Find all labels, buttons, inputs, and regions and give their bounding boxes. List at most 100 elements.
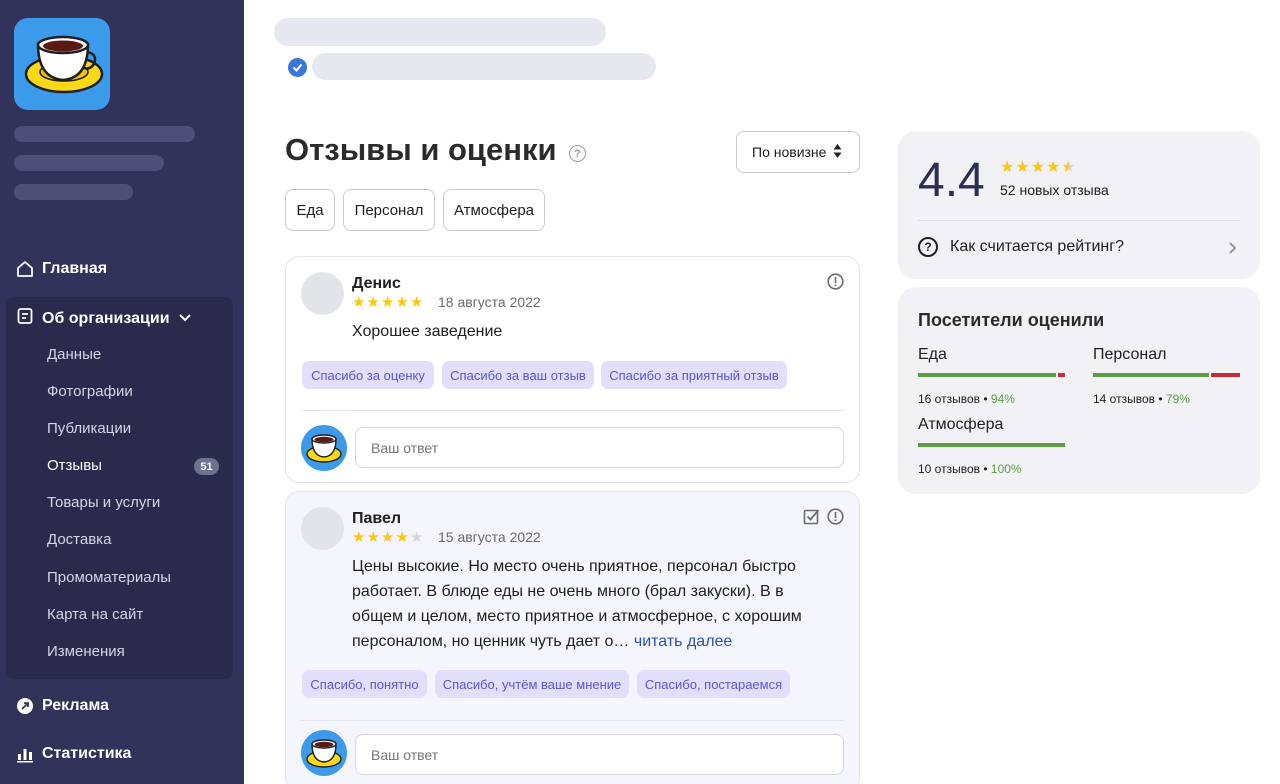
nav-stats-label: Статистика — [42, 745, 132, 762]
reviews-count-badge: 51 — [194, 458, 219, 475]
ads-icon — [16, 697, 34, 715]
sidebar-item-data[interactable]: Данные — [47, 346, 101, 363]
reply-input[interactable] — [355, 734, 844, 775]
quick-reply-chip[interactable]: Спасибо, понятно — [302, 670, 427, 698]
avatar — [301, 272, 344, 315]
category-bar — [1093, 373, 1240, 377]
visitors-title: Посетители оценили — [918, 310, 1105, 330]
sidebar-item-delivery[interactable]: Доставка — [47, 531, 111, 548]
category-percent: 100% — [990, 462, 1022, 476]
org-name-placeholder — [14, 126, 195, 142]
category-staff: Персонал 14 отзывов • 79% — [1093, 346, 1240, 406]
bar-negative — [1058, 373, 1065, 377]
review-stars: ★ ★ ★ ★ ★ — [352, 295, 423, 310]
quick-reply-chip[interactable]: Спасибо, постараемся — [637, 670, 790, 698]
sidebar-item-changes[interactable]: Изменения — [47, 643, 125, 660]
header-subtitle-placeholder — [312, 53, 656, 80]
category-meta: 10 отзывов • 100% — [918, 462, 1022, 476]
category-percent: 79% — [1165, 392, 1190, 406]
quick-reply-chip[interactable]: Спасибо за приятный отзыв — [601, 361, 787, 389]
sort-select[interactable]: По новизне — [736, 131, 860, 173]
category-bar — [918, 373, 1065, 377]
chevron-right-icon — [1228, 241, 1237, 260]
category-meta: 16 отзывов • 94% — [918, 392, 1015, 406]
how-rating-label: Как считается рейтинг? — [950, 238, 1124, 255]
mark-read-icon[interactable] — [803, 508, 820, 525]
category-name: Атмосфера — [918, 416, 1004, 433]
home-icon — [16, 260, 34, 278]
nav-org-toggle[interactable]: Об организации — [16, 307, 192, 330]
verified-icon — [288, 58, 307, 77]
category-food: Еда 16 отзывов • 94% — [918, 346, 1065, 406]
question-icon: ? — [918, 237, 938, 257]
star-icon: ★ — [366, 294, 380, 311]
star-icon: ★ — [1000, 159, 1015, 176]
category-percent: 94% — [990, 392, 1015, 406]
star-half-icon: ★ — [1061, 159, 1076, 176]
org-section: Об организации Данные Фотографии Публика… — [6, 297, 233, 679]
filter-chip-food[interactable]: Еда — [285, 189, 335, 231]
quick-reply-chip[interactable]: Спасибо за оценку — [302, 361, 434, 389]
new-reviews-count: 52 новых отзыва — [1000, 182, 1109, 198]
nav-org-label: Об организации — [42, 309, 170, 327]
review-date: 18 августа 2022 — [438, 294, 541, 310]
header-title-placeholder — [274, 18, 606, 46]
how-rating-link[interactable]: ? Как считается рейтинг? — [918, 237, 1124, 257]
org-meta-placeholder — [14, 184, 133, 200]
page-title: Отзывы и оценки — [285, 132, 557, 167]
category-name: Персонал — [1093, 346, 1167, 363]
category-reviews: 10 отзывов — [918, 462, 981, 476]
avatar — [301, 507, 344, 550]
review-author: Павел — [352, 510, 402, 527]
review-text: Цены высокие. Но место очень приятное, п… — [352, 558, 802, 650]
review-card: Денис ★ ★ ★ ★ ★ 18 августа 2022 Хорошее заве… — [285, 256, 860, 483]
star-icon: ★ — [352, 294, 366, 311]
bar-negative — [1211, 373, 1240, 377]
review-date: 15 августа 2022 — [438, 529, 541, 545]
report-icon[interactable] — [827, 508, 844, 525]
category-reviews: 16 отзывов — [918, 392, 981, 406]
report-icon[interactable] — [827, 273, 844, 290]
star-icon: ★ — [409, 294, 424, 311]
category-name: Еда — [918, 346, 947, 363]
sort-select-label: По новизне — [752, 144, 827, 160]
filter-chip-staff[interactable]: Персонал — [343, 189, 435, 231]
owner-avatar — [301, 425, 347, 471]
rating-stars: ★ ★ ★ ★ ★ — [1000, 159, 1076, 176]
nav-home-label: Главная — [42, 260, 108, 277]
star-icon: ★ — [1046, 159, 1061, 176]
chevron-down-icon — [178, 310, 192, 328]
review-text-block: Цены высокие. Но место очень приятное, п… — [352, 554, 822, 654]
nav-stats[interactable]: Статистика — [16, 745, 131, 763]
read-more-link[interactable]: читать далее — [634, 633, 732, 650]
sidebar: Главная Об организации Данные Фотографии… — [0, 0, 244, 784]
nav-ads[interactable]: Реклама — [16, 697, 109, 715]
star-icon: ★ — [380, 294, 395, 311]
star-icon: ★ — [395, 529, 409, 546]
nav-home[interactable]: Главная — [16, 260, 107, 278]
document-icon — [16, 307, 34, 330]
category-reviews: 14 отзывов — [1093, 392, 1156, 406]
sidebar-item-reviews[interactable]: Отзывы — [47, 457, 102, 474]
sidebar-item-publications[interactable]: Публикации — [47, 420, 131, 437]
nav-ads-label: Реклама — [42, 697, 109, 714]
quick-reply-chip[interactable]: Спасибо, учтём ваше мнение — [435, 670, 629, 698]
sort-arrows-icon — [833, 143, 842, 162]
review-author: Денис — [352, 275, 401, 292]
owner-avatar — [301, 730, 347, 776]
sidebar-item-site-map[interactable]: Карта на сайт — [47, 606, 143, 623]
org-address-placeholder — [14, 155, 164, 171]
category-atmosphere: Атмосфера 10 отзывов • 100% — [918, 416, 1065, 476]
bar-positive — [918, 443, 1065, 447]
filter-chip-atmosphere[interactable]: Атмосфера — [443, 189, 545, 231]
sidebar-item-promo[interactable]: Промоматериалы — [47, 569, 171, 586]
reply-input[interactable] — [355, 427, 844, 468]
sidebar-item-photos[interactable]: Фотографии — [47, 383, 133, 400]
help-icon[interactable]: ? — [569, 145, 586, 162]
cafe-logo[interactable] — [14, 18, 110, 110]
sidebar-item-goods[interactable]: Товары и услуги — [47, 494, 160, 511]
divider — [918, 220, 1240, 221]
quick-reply-chip[interactable]: Спасибо за ваш отзыв — [442, 361, 594, 389]
review-text: Хорошее заведение — [352, 323, 503, 340]
star-icon: ★ — [395, 294, 409, 311]
